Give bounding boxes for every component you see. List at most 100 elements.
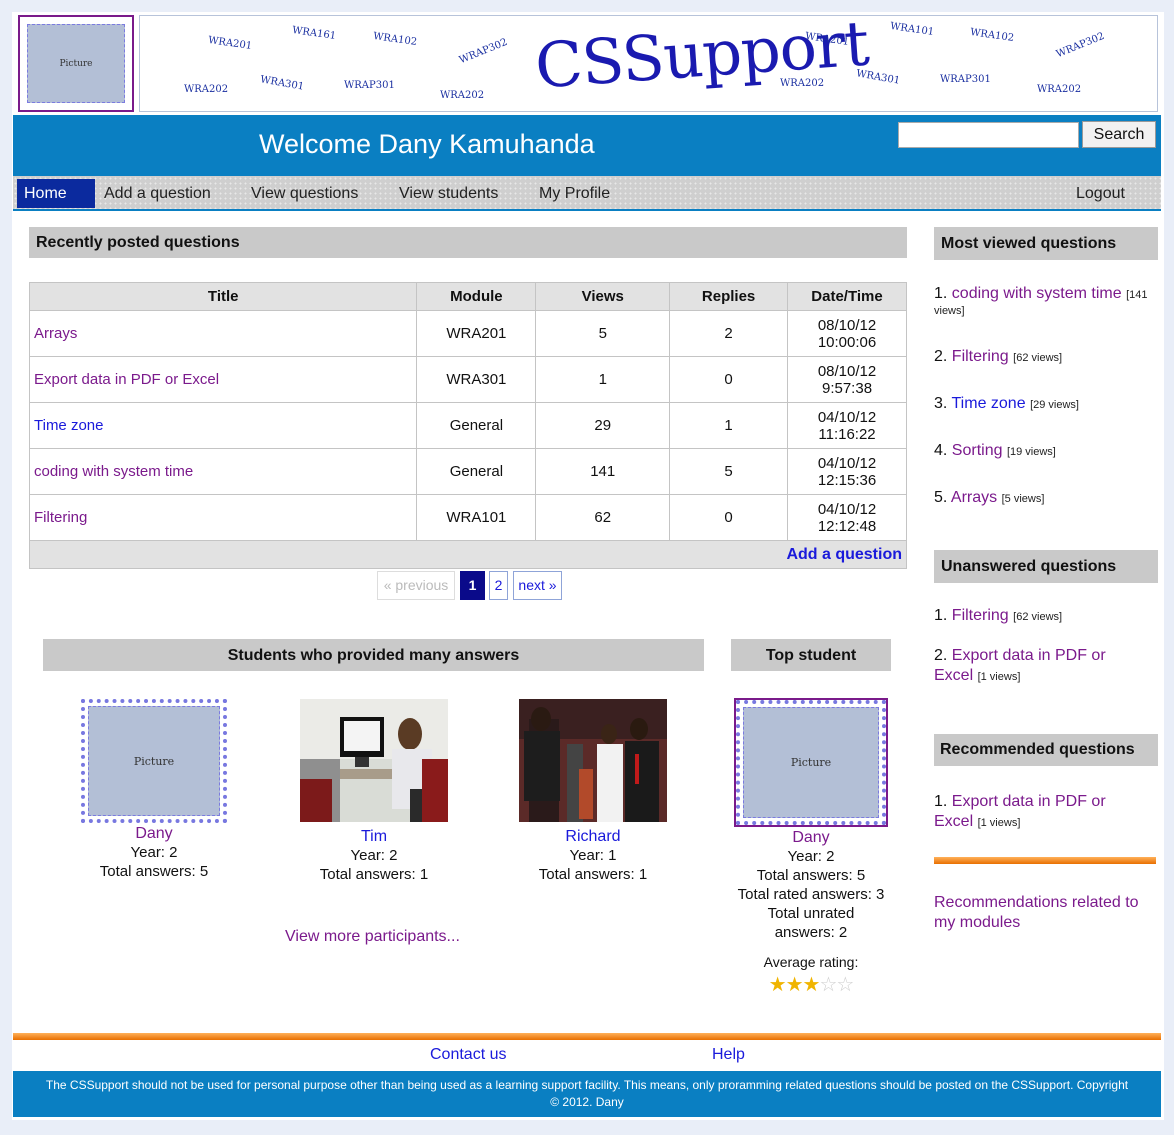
banner-word: WRA202 [1037, 84, 1082, 95]
question-link[interactable]: Excel [934, 667, 973, 684]
question-link[interactable]: Filtering [34, 509, 87, 526]
pager-page-1[interactable]: 1 [460, 571, 485, 600]
picture-placeholder: Picture [27, 24, 125, 103]
student-answers: Total answers: 1 [538, 866, 648, 883]
column-header[interactable]: Replies [669, 282, 789, 311]
nav-add-question[interactable]: Add a question [97, 179, 218, 208]
question-link[interactable]: Arrays [34, 325, 77, 342]
view-count: [29 views] [1030, 399, 1079, 411]
datetime-cell: 08/10/12 9:57:38 [787, 356, 907, 403]
item-number: 1. [934, 793, 948, 810]
banner-word: WRA301 [855, 68, 901, 87]
question-link[interactable]: Export data in PDF or [952, 793, 1106, 810]
view-count: [141 [1126, 289, 1148, 301]
question-link[interactable]: Arrays [951, 489, 997, 506]
question-link[interactable]: Export data in PDF or Excel [34, 371, 219, 388]
module-cell: General [416, 402, 537, 449]
list-item: 5. Arrays [5 views] [934, 488, 1158, 509]
nav-home[interactable]: Home [17, 179, 95, 208]
search-input[interactable] [898, 122, 1079, 148]
question-link[interactable]: Time zone [952, 395, 1026, 412]
banner-word: WRAP302 [1054, 30, 1107, 61]
student-card: Picture Dany Year: 2 Total answers: 5 [74, 699, 234, 881]
time-text: 10:00:06 [817, 333, 877, 351]
item-number: 1. [934, 607, 948, 624]
item-number: 2. [934, 647, 948, 664]
replies-cell: 1 [669, 402, 789, 449]
column-header[interactable]: Views [535, 282, 671, 311]
view-count: [1 views] [977, 671, 1021, 683]
item-number: 5. [934, 489, 948, 506]
question-link[interactable]: Export data in PDF or [952, 647, 1106, 664]
student-year: Year: 1 [569, 847, 617, 864]
star-icon: ★ [802, 974, 821, 996]
banner-word: WRA102 [969, 26, 1015, 45]
replies-cell: 0 [669, 494, 789, 541]
item-number: 2. [934, 348, 948, 365]
banner-word: WRA201 [207, 34, 253, 53]
student-photo[interactable] [300, 699, 448, 822]
item-number: 1. [934, 285, 948, 302]
question-link[interactable]: coding with system time [952, 285, 1122, 302]
nav-view-questions[interactable]: View questions [244, 179, 365, 208]
view-more-participants-link[interactable]: View more participants... [285, 928, 460, 946]
recommended-heading: Recommended questions [934, 734, 1158, 766]
module-cell: WRA201 [416, 310, 537, 357]
question-link[interactable]: Sorting [952, 442, 1003, 459]
page: Picture WRA201 WRA161 WRA102 WRAP302 WRA… [0, 0, 1174, 1135]
help-link[interactable]: Help [712, 1046, 745, 1064]
table-row: Time zone General 29 1 04/10/12 11:16:22 [28, 402, 907, 449]
view-count: [19 views] [1006, 446, 1056, 458]
student-name-link[interactable]: Tim [361, 828, 387, 845]
student-name-link[interactable]: Richard [565, 828, 620, 845]
question-link[interactable]: Filtering [952, 348, 1009, 365]
question-link[interactable]: Excel [934, 813, 973, 830]
nav-view-students[interactable]: View students [392, 179, 505, 208]
student-answers: Total answers: 5 [99, 863, 209, 880]
time-text: 9:57:38 [821, 379, 873, 397]
modules-recommendation-link[interactable]: Recommendations related to [934, 894, 1139, 911]
add-question-link[interactable]: Add a question [786, 546, 902, 563]
time-text: 12:15:36 [817, 471, 877, 489]
modules-recommendation-link[interactable]: my modules [934, 914, 1020, 931]
question-link[interactable]: coding with system time [34, 463, 193, 480]
question-link[interactable]: Filtering [952, 607, 1009, 624]
welcome-bar: Welcome Dany Kamuhanda Search [13, 115, 1161, 176]
picture-placeholder: Picture [88, 706, 220, 816]
top-student-picture[interactable]: Picture [734, 698, 888, 827]
rating-label: Average rating: [763, 954, 859, 970]
top-student-answers: Total answers: 5 [756, 867, 866, 884]
banner-word: WRA202 [780, 78, 825, 89]
banner-word: WRA301 [259, 74, 305, 93]
star-icon: ☆ [819, 974, 837, 996]
students-heading: Students who provided many answers [43, 639, 704, 671]
item-number: 4. [934, 442, 948, 459]
pager-next[interactable]: next » [513, 571, 562, 600]
top-student-rated: Total rated answers: 3 [737, 886, 885, 903]
recent-heading: Recently posted questions [29, 227, 907, 258]
datetime-cell: 04/10/12 12:15:36 [787, 448, 907, 495]
contact-us-link[interactable]: Contact us [430, 1046, 506, 1064]
views-cell: 62 [535, 494, 671, 541]
column-header[interactable]: Module [416, 282, 537, 311]
banner-word: WRA101 [889, 20, 935, 39]
student-photo[interactable] [519, 699, 667, 822]
student-name-link[interactable]: Dany [135, 825, 172, 842]
banner: WRA201 WRA161 WRA102 WRAP302 WRA202 WRA3… [139, 15, 1158, 112]
top-student-name-link[interactable]: Dany [792, 829, 829, 846]
student-year: Year: 2 [350, 847, 398, 864]
table-row: Arrays WRA201 5 2 08/10/12 10:00:06 [28, 310, 907, 357]
search-button[interactable]: Search [1082, 121, 1156, 148]
table-header-row: Title Module Views Replies Date/Time [28, 282, 907, 311]
column-header[interactable]: Title [28, 282, 418, 311]
pager-page-2[interactable]: 2 [489, 571, 508, 600]
student-picture[interactable]: Picture [81, 699, 227, 823]
nav-logout[interactable]: Logout [1069, 179, 1132, 208]
nav-my-profile[interactable]: My Profile [532, 179, 617, 208]
column-header[interactable]: Date/Time [787, 282, 907, 311]
date-text: 04/10/12 [817, 454, 877, 472]
views-cell: 5 [535, 310, 671, 357]
top-student-year: Year: 2 [787, 848, 835, 865]
most-viewed-list: 1. coding with system time [141 views] 2.… [934, 284, 1158, 509]
question-link[interactable]: Time zone [34, 417, 103, 434]
